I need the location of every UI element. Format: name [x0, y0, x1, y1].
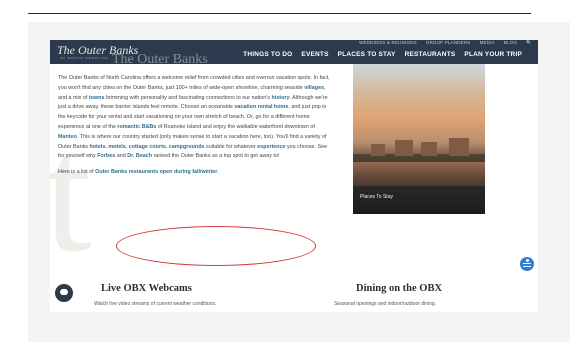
utility-nav: WEDDINGS & REUNIONS GROUP PLANNERS MEDIA… — [359, 40, 532, 46]
photo-caption: Places To Stay — [360, 194, 393, 200]
card-title-webcams[interactable]: Live OBX Webcams — [101, 283, 192, 294]
house-shape — [449, 138, 469, 156]
accessibility-icon[interactable] — [520, 257, 534, 271]
inline-link[interactable]: motels — [108, 144, 125, 150]
card-subtitle-dining: Seasonal openings and indoor/outdoor din… — [334, 301, 437, 307]
card-subtitle-webcams: Watch live video streams of current weat… — [94, 301, 217, 307]
utility-link-groups[interactable]: GROUP PLANNERS — [426, 40, 471, 46]
inline-link[interactable]: campgrounds — [169, 144, 205, 150]
nav-things-to-do[interactable]: THINGS TO DO — [243, 51, 292, 58]
nav-events[interactable]: EVENTS — [301, 51, 328, 58]
inline-link[interactable]: history — [271, 95, 289, 101]
utility-link-blog[interactable]: BLOG — [504, 40, 517, 46]
restaurants-paragraph: Here is a list of Outer Banks restaurant… — [58, 168, 330, 178]
nav-plan-your-trip[interactable]: PLAN YOUR TRIP — [464, 51, 522, 58]
restaurants-prefix: Here is a list of — [58, 169, 96, 176]
inline-link[interactable]: villages — [304, 85, 324, 91]
top-divider — [28, 13, 531, 14]
main-nav: THINGS TO DO EVENTS PLACES TO STAY RESTA… — [243, 51, 522, 58]
faded-heading: The Outer Banks — [112, 52, 208, 67]
paragraph-text: suitable for whatever — [204, 143, 258, 150]
paragraph-text: brimming with personality and fascinatin… — [104, 94, 272, 101]
logo-tagline: OF NORTH CAROLINA — [60, 56, 109, 60]
inline-link[interactable]: hotels — [89, 144, 105, 150]
inline-link[interactable]: Manteo — [58, 134, 77, 140]
inline-link[interactable]: towns — [89, 95, 105, 101]
house-shape — [421, 142, 437, 156]
inline-link[interactable]: experience — [257, 144, 285, 150]
paragraph-text: and — [115, 153, 128, 160]
inline-link[interactable]: cottage courts — [129, 144, 166, 150]
house-shape — [371, 144, 385, 156]
annotation-circle — [116, 226, 316, 266]
intro-text: The Outer Banks of North Carolina offers… — [58, 74, 330, 178]
inline-link[interactable]: Dr. Beach — [127, 153, 152, 159]
inline-link[interactable]: romantic B&Bs — [117, 124, 156, 130]
water-reflection — [353, 162, 485, 186]
chat-icon[interactable] — [55, 284, 73, 302]
website: The Outer Banks OF NORTH CAROLINA WEDDIN… — [50, 40, 538, 312]
restaurants-suffix: . — [217, 169, 219, 176]
paragraph-text: of Roanoke Island and enjoy the walkable… — [156, 123, 315, 130]
utility-link-weddings[interactable]: WEDDINGS & REUNIONS — [359, 40, 417, 46]
restaurants-fall-winter-link[interactable]: Outer Banks restaurants open during fall… — [95, 169, 217, 175]
card-title-dining[interactable]: Dining on the OBX — [356, 283, 442, 294]
places-to-stay-photo[interactable]: Places To Stay — [353, 64, 485, 214]
nav-restaurants[interactable]: RESTAURANTS — [405, 51, 456, 58]
paragraph-text: ranked the Outer Banks as a top spot to … — [152, 153, 280, 160]
utility-link-media[interactable]: MEDIA — [480, 40, 495, 46]
house-shape — [395, 140, 413, 156]
search-icon[interactable]: 🔍 — [526, 40, 532, 46]
nav-places-to-stay[interactable]: PLACES TO STAY — [338, 51, 396, 58]
paragraph-text: The Outer Banks of North Carolina offers… — [58, 75, 330, 91]
intro-paragraph: The Outer Banks of North Carolina offers… — [58, 74, 330, 162]
inline-link[interactable]: vacation rental home — [234, 104, 288, 110]
inline-link[interactable]: Forbes — [97, 153, 115, 159]
